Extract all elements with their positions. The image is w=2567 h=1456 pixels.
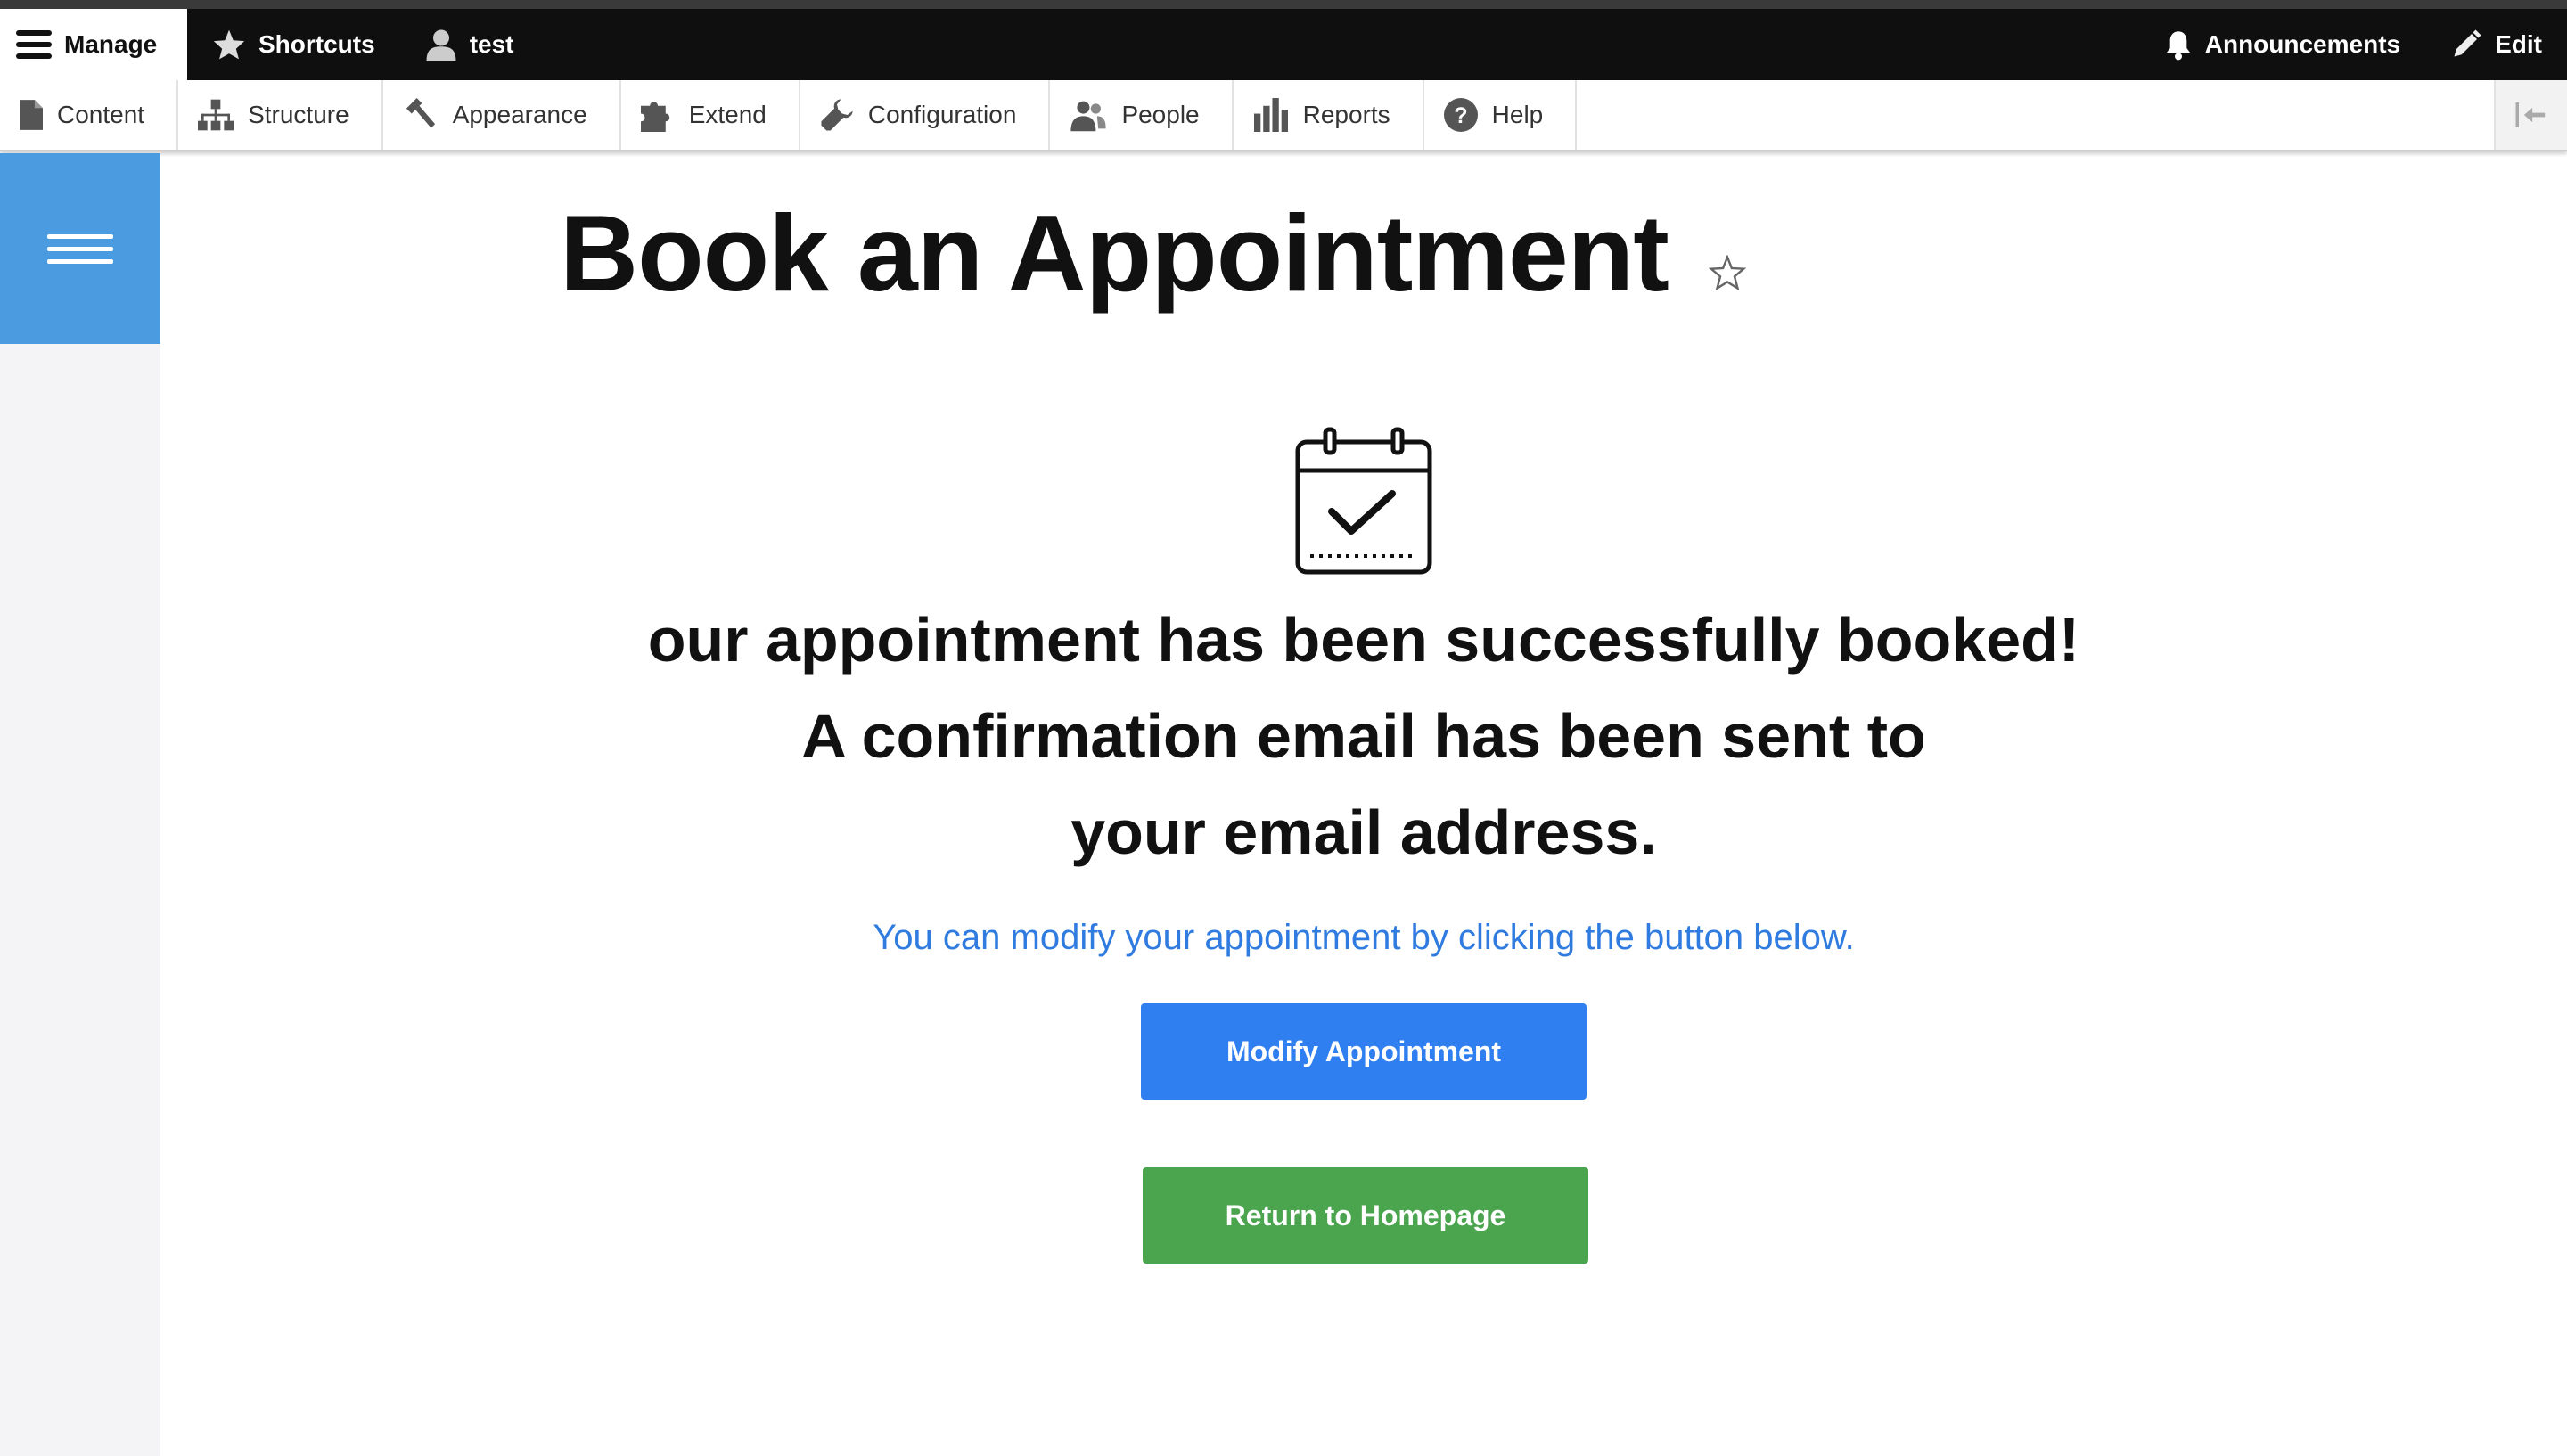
tray-item-people[interactable]: People bbox=[1050, 80, 1234, 150]
window-top-strip bbox=[0, 0, 2567, 9]
confirmation-line-2: A confirmation email has been sent to bbox=[801, 701, 1926, 771]
question-icon: ? bbox=[1443, 98, 1478, 132]
announcements-tab[interactable]: Announcements bbox=[2139, 9, 2425, 80]
tray-item-appearance[interactable]: Appearance bbox=[383, 80, 621, 150]
confirmation-line-3: your email address. bbox=[1070, 798, 1657, 867]
manage-tab[interactable]: Manage bbox=[0, 9, 187, 80]
tray-orientation-toggle[interactable] bbox=[2494, 80, 2567, 150]
pencil-icon bbox=[2454, 29, 2481, 57]
svg-text:?: ? bbox=[1454, 104, 1467, 128]
star-icon bbox=[213, 29, 245, 60]
favorite-star-icon[interactable] bbox=[1709, 255, 1746, 290]
tray-item-content[interactable]: Content bbox=[0, 80, 179, 150]
tray-item-label: Reports bbox=[1302, 101, 1390, 128]
tray-item-label: Structure bbox=[248, 101, 349, 128]
tray-item-label: Content bbox=[57, 101, 145, 128]
collapse-left-icon bbox=[2515, 102, 2546, 127]
bell-icon bbox=[2166, 31, 2191, 61]
calendar-check-icon bbox=[1295, 427, 1432, 575]
people-icon bbox=[1070, 101, 1107, 132]
edit-tab[interactable]: Edit bbox=[2425, 9, 2567, 80]
page-title: Book an Appointment bbox=[560, 192, 1669, 314]
shortcuts-tab[interactable]: Shortcuts bbox=[187, 9, 400, 80]
tray-item-label: People bbox=[1121, 101, 1200, 128]
tray-item-help[interactable]: ? Help bbox=[1424, 80, 1578, 150]
puzzle-icon bbox=[640, 102, 669, 132]
admin-tray: Content Structure Appearance Extend Conf… bbox=[0, 80, 2567, 151]
user-label: test bbox=[469, 30, 514, 58]
shortcuts-label: Shortcuts bbox=[258, 30, 375, 58]
confirmation-line-1: our appointment has been successfully bo… bbox=[647, 605, 2080, 675]
user-tab[interactable]: test bbox=[400, 9, 539, 80]
left-sidebar bbox=[0, 153, 160, 1456]
tray-item-label: Help bbox=[1491, 101, 1544, 128]
announcements-label: Announcements bbox=[2204, 30, 2401, 58]
modify-hint-text: You can modify your appointment by click… bbox=[873, 918, 1855, 957]
tray-item-extend[interactable]: Extend bbox=[621, 80, 800, 150]
sidebar-menu-toggle[interactable] bbox=[0, 153, 160, 344]
admin-toolbar: Manage Shortcuts test Announcements Edit bbox=[0, 9, 2567, 80]
wrench-icon bbox=[821, 99, 853, 131]
hamburger-icon bbox=[47, 226, 113, 272]
menu-icon bbox=[16, 30, 52, 59]
bar-chart-icon bbox=[1253, 98, 1288, 132]
manage-label: Manage bbox=[64, 30, 158, 58]
user-icon bbox=[426, 29, 456, 61]
tray-item-label: Configuration bbox=[867, 101, 1017, 128]
file-icon bbox=[20, 100, 43, 130]
modify-appointment-button[interactable]: Modify Appointment bbox=[1141, 1003, 1587, 1100]
tray-item-label: Extend bbox=[688, 101, 767, 128]
tray-item-reports[interactable]: Reports bbox=[1234, 80, 1424, 150]
sitemap-icon bbox=[198, 99, 234, 131]
tray-item-structure[interactable]: Structure bbox=[178, 80, 383, 150]
return-to-homepage-button[interactable]: Return to Homepage bbox=[1143, 1167, 1588, 1264]
tray-item-label: Appearance bbox=[452, 101, 587, 128]
edit-label: Edit bbox=[2495, 30, 2542, 58]
paintbrush-icon bbox=[406, 98, 435, 128]
tray-item-configuration[interactable]: Configuration bbox=[800, 80, 1051, 150]
